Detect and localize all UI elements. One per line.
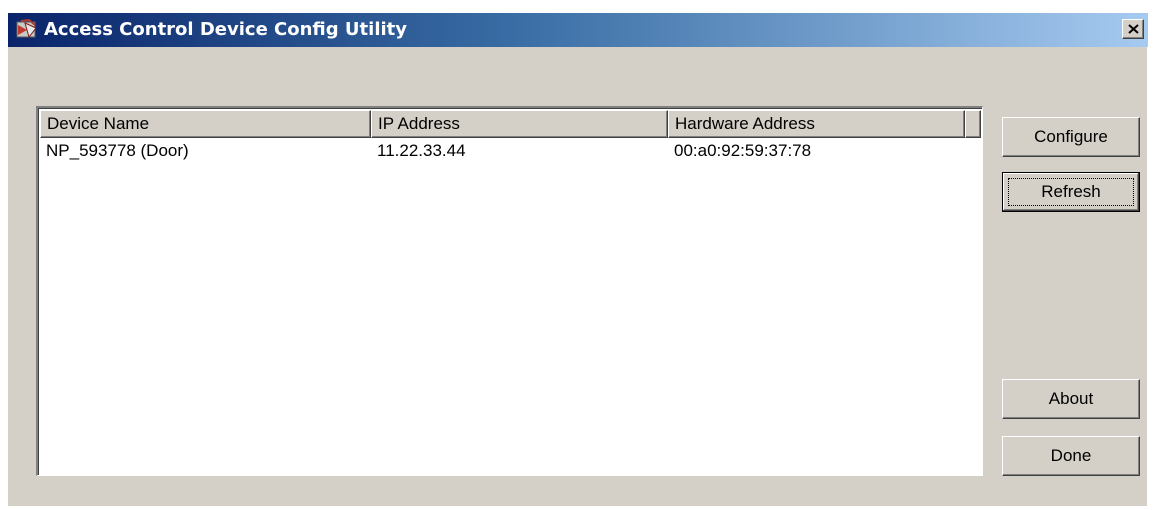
cell-device-name: NP_593778 (Door) <box>46 141 189 160</box>
column-header-filler <box>965 110 981 138</box>
configure-button[interactable]: Configure <box>1002 117 1140 157</box>
main-window: Access Control Device Config Utility Dev… <box>7 12 1148 506</box>
done-button[interactable]: Done <box>1002 436 1140 476</box>
app-icon <box>15 18 39 41</box>
list-header: Device Name IP Address Hardware Address <box>40 110 981 138</box>
title-bar[interactable]: Access Control Device Config Utility <box>8 13 1148 47</box>
about-button[interactable]: About <box>1002 379 1140 419</box>
column-header-device-name[interactable]: Device Name <box>40 110 371 138</box>
cell-ip-address: 11.22.33.44 <box>377 141 466 160</box>
column-header-hardware-address[interactable]: Hardware Address <box>668 110 965 138</box>
column-header-ip-address[interactable]: IP Address <box>371 110 668 138</box>
device-list[interactable]: Device Name IP Address Hardware Address … <box>36 106 983 476</box>
table-row[interactable]: NP_593778 (Door) 11.22.33.44 00:a0:92:59… <box>40 140 981 164</box>
cell-hardware-address: 00:a0:92:59:37:78 <box>674 141 812 160</box>
close-button[interactable] <box>1122 19 1144 39</box>
window-title: Access Control Device Config Utility <box>44 19 407 40</box>
refresh-button-label: Refresh <box>1008 178 1134 206</box>
refresh-button[interactable]: Refresh <box>1002 172 1140 212</box>
close-icon <box>1128 24 1139 34</box>
